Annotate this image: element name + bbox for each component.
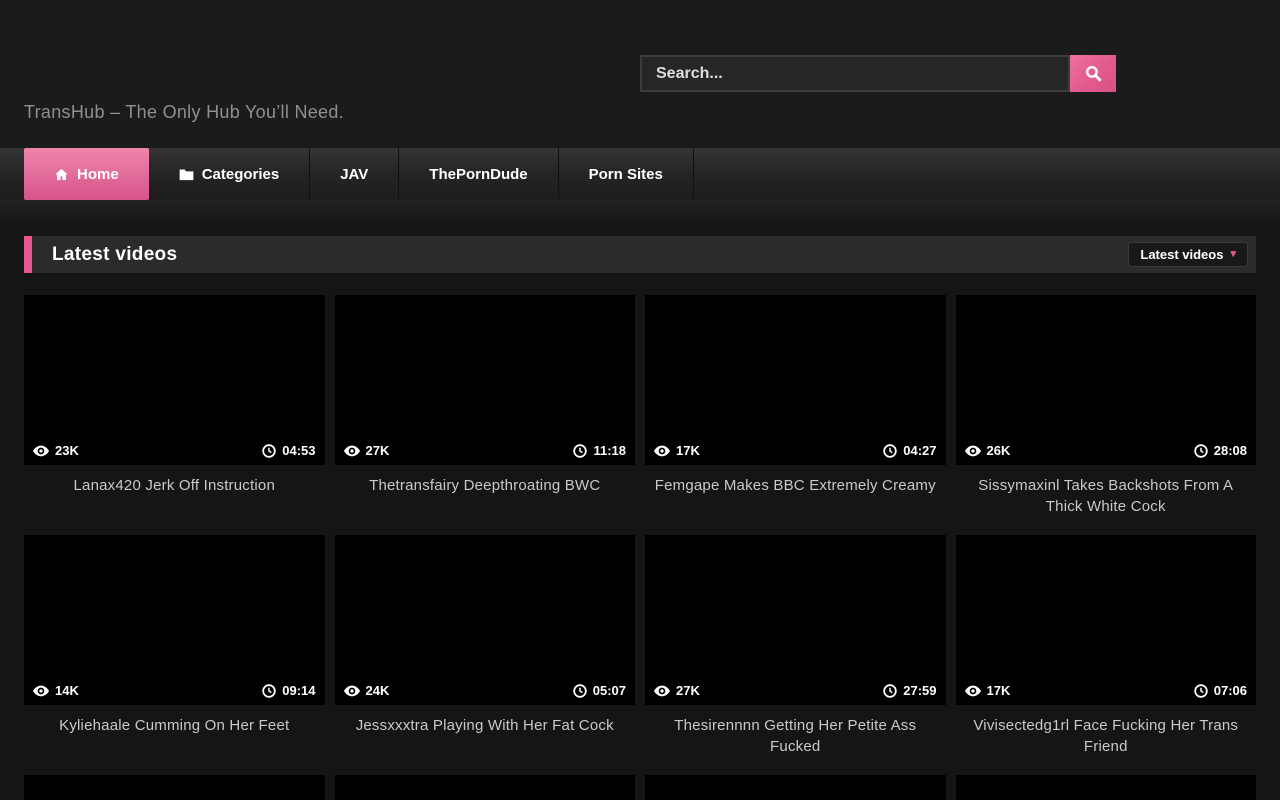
video-thumbnail[interactable]: [956, 775, 1257, 800]
nav-tab-label: Porn Sites: [589, 166, 663, 183]
clock-icon: [573, 684, 587, 698]
duration: 07:06: [1214, 683, 1247, 698]
search-input[interactable]: [640, 55, 1070, 92]
clock-icon: [883, 444, 897, 458]
video-thumbnail[interactable]: 27K 27:59: [645, 535, 946, 705]
video-stats: 26K 28:08: [956, 436, 1257, 465]
video-thumbnail[interactable]: 24K 05:07: [335, 535, 636, 705]
nav-tab-home[interactable]: Home: [24, 148, 149, 200]
video-thumbnail[interactable]: 23K 04:53: [24, 295, 325, 465]
duration: 11:18: [593, 443, 626, 458]
video-stats: 27K 27:59: [645, 676, 946, 705]
eye-icon: [654, 445, 670, 457]
view-count: 23K: [55, 443, 79, 458]
clock-icon: [1194, 684, 1208, 698]
video-thumbnail[interactable]: 27K 11:18: [335, 295, 636, 465]
chevron-down-icon: ▾: [1230, 249, 1236, 260]
clock-icon: [883, 684, 897, 698]
view-count: 27K: [676, 683, 700, 698]
video-card[interactable]: 26K 28:08 Sissymaxinl Takes Backshots Fr…: [956, 295, 1257, 535]
eye-icon: [344, 445, 360, 457]
view-count: 14K: [55, 683, 79, 698]
clock-icon: [1194, 444, 1208, 458]
nav-tab-label: Home: [77, 166, 119, 183]
sort-dropdown-label: Latest videos: [1140, 247, 1223, 262]
video-thumbnail[interactable]: [645, 775, 946, 800]
search-button[interactable]: [1070, 55, 1116, 92]
sort-dropdown[interactable]: Latest videos ▾: [1128, 242, 1248, 267]
video-card[interactable]: 24K 05:07 Jessxxxtra Playing With Her Fa…: [335, 535, 636, 775]
site-header: TransHub – The Only Hub You’ll Need.: [0, 0, 1280, 148]
video-title[interactable]: Thesirennnn Getting Her Petite Ass Fucke…: [645, 705, 946, 775]
eye-icon: [654, 685, 670, 697]
video-thumbnail[interactable]: [335, 775, 636, 800]
eye-icon: [33, 685, 49, 697]
nav-tab-theporndude[interactable]: ThePornDude: [399, 148, 558, 200]
nav-tab-jav[interactable]: JAV: [310, 148, 399, 200]
nav-shadow: [0, 200, 1280, 228]
video-card[interactable]: 27K 27:59 Thesirennnn Getting Her Petite…: [645, 535, 946, 775]
video-thumbnail[interactable]: 17K 04:27: [645, 295, 946, 465]
eye-icon: [965, 445, 981, 457]
video-thumbnail[interactable]: [24, 775, 325, 800]
video-stats: 17K 07:06: [956, 676, 1257, 705]
home-icon: [54, 167, 69, 182]
duration: 05:07: [593, 683, 626, 698]
nav-tab-categories[interactable]: Categories: [149, 148, 311, 200]
video-title[interactable]: Jessxxxtra Playing With Her Fat Cock: [335, 705, 636, 775]
video-thumbnail[interactable]: 26K 28:08: [956, 295, 1257, 465]
section-header: Latest videos Latest videos ▾: [24, 236, 1256, 273]
video-title[interactable]: Sissymaxinl Takes Backshots From A Thick…: [956, 465, 1257, 535]
nav-tab-label: JAV: [340, 166, 368, 183]
view-count: 17K: [676, 443, 700, 458]
video-stats: 14K 09:14: [24, 676, 325, 705]
video-grid-partial-row: [24, 775, 1256, 800]
view-count: 27K: [366, 443, 390, 458]
duration: 27:59: [903, 683, 936, 698]
eye-icon: [344, 685, 360, 697]
main-nav: Home Categories JAV ThePornDude Porn Sit…: [0, 148, 1280, 200]
video-stats: 27K 11:18: [335, 436, 636, 465]
video-grid: 23K 04:53 Lanax420 Jerk Off Instruction …: [24, 295, 1256, 775]
eye-icon: [965, 685, 981, 697]
duration: 04:27: [903, 443, 936, 458]
video-card[interactable]: 14K 09:14 Kyliehaale Cumming On Her Feet: [24, 535, 325, 775]
video-card[interactable]: 17K 07:06 Vivisectedg1rl Face Fucking He…: [956, 535, 1257, 775]
clock-icon: [262, 444, 276, 458]
clock-icon: [262, 684, 276, 698]
duration: 04:53: [282, 443, 315, 458]
video-thumbnail[interactable]: 17K 07:06: [956, 535, 1257, 705]
video-card[interactable]: 27K 11:18 Thetransfairy Deepthroating BW…: [335, 295, 636, 535]
folder-icon: [179, 168, 194, 181]
nav-tab-label: ThePornDude: [429, 166, 527, 183]
nav-tab-porn-sites[interactable]: Porn Sites: [559, 148, 694, 200]
video-card[interactable]: 23K 04:53 Lanax420 Jerk Off Instruction: [24, 295, 325, 535]
video-title[interactable]: Thetransfairy Deepthroating BWC: [335, 465, 636, 535]
duration: 28:08: [1214, 443, 1247, 458]
nav-tab-label: Categories: [202, 166, 280, 183]
view-count: 17K: [987, 683, 1011, 698]
video-title[interactable]: Lanax420 Jerk Off Instruction: [24, 465, 325, 535]
search-icon: [1084, 64, 1103, 83]
video-stats: 24K 05:07: [335, 676, 636, 705]
duration: 09:14: [282, 683, 315, 698]
video-stats: 17K 04:27: [645, 436, 946, 465]
view-count: 26K: [987, 443, 1011, 458]
video-title[interactable]: Kyliehaale Cumming On Her Feet: [24, 705, 325, 775]
search-bar: [640, 55, 1116, 92]
eye-icon: [33, 445, 49, 457]
clock-icon: [573, 444, 587, 458]
section-title: Latest videos: [52, 244, 177, 266]
video-stats: 23K 04:53: [24, 436, 325, 465]
video-thumbnail[interactable]: 14K 09:14: [24, 535, 325, 705]
site-tagline: TransHub – The Only Hub You’ll Need.: [24, 102, 344, 123]
video-title[interactable]: Vivisectedg1rl Face Fucking Her Trans Fr…: [956, 705, 1257, 775]
video-title[interactable]: Femgape Makes BBC Extremely Creamy: [645, 465, 946, 535]
view-count: 24K: [366, 683, 390, 698]
video-card[interactable]: 17K 04:27 Femgape Makes BBC Extremely Cr…: [645, 295, 946, 535]
